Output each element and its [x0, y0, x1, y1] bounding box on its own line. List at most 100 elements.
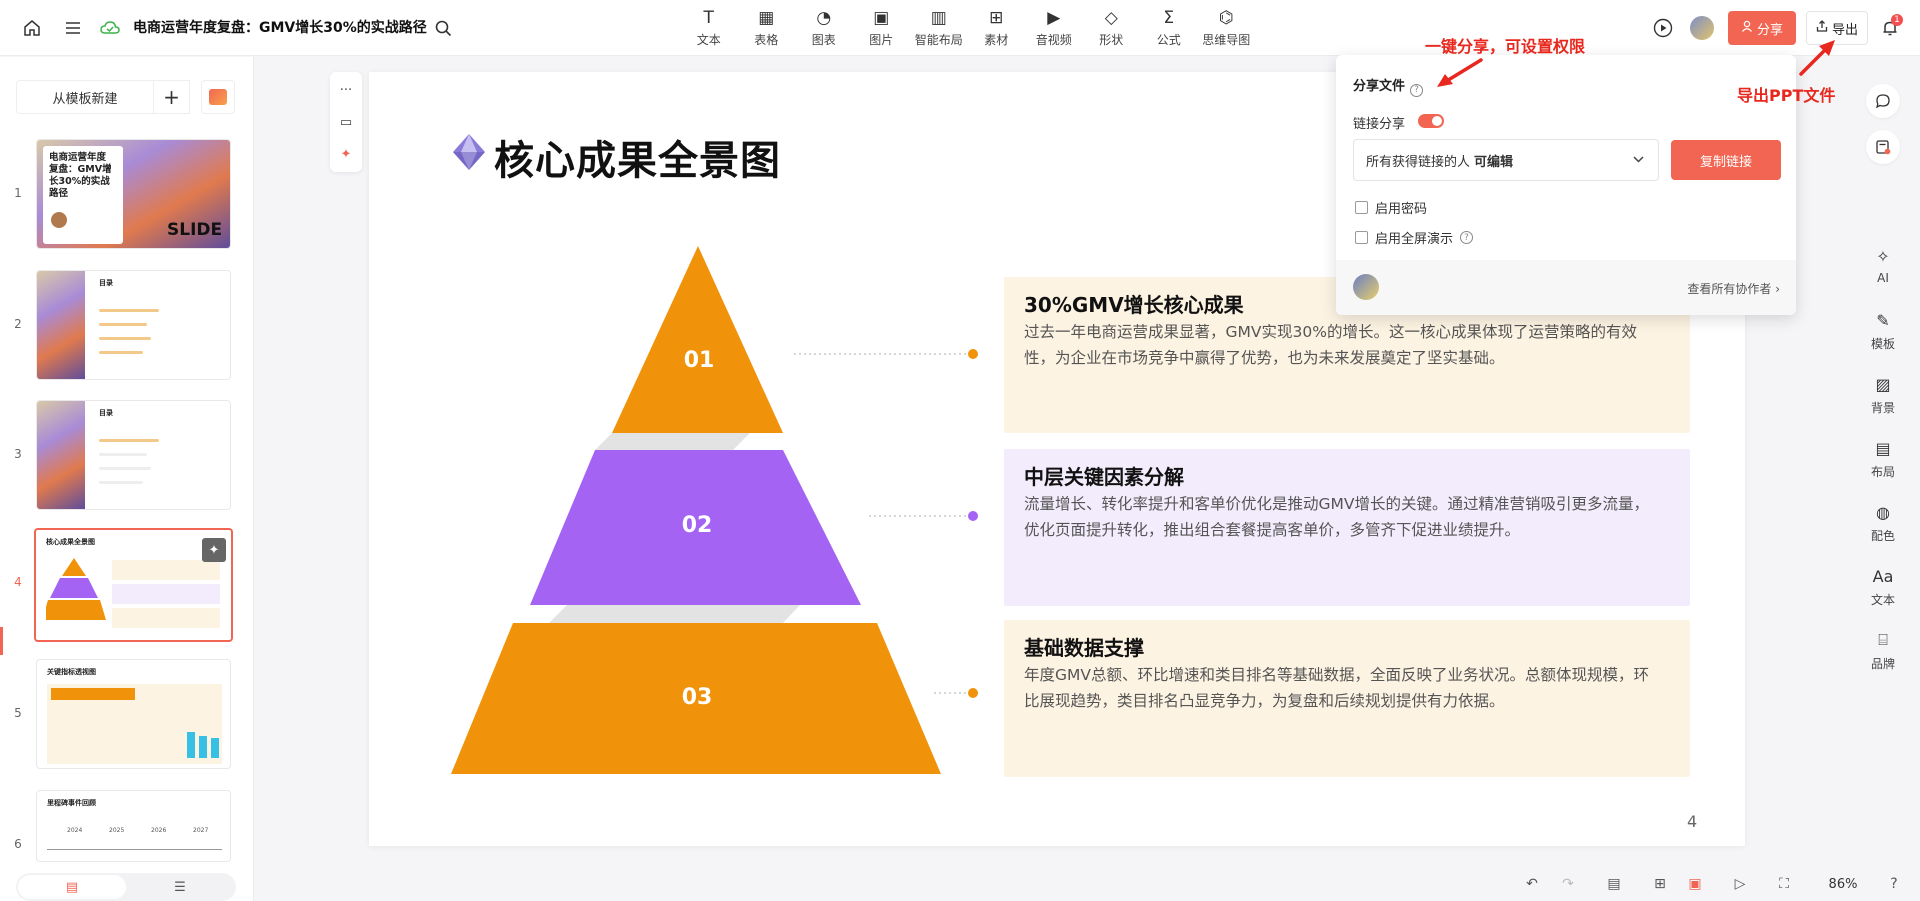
- tool-text[interactable]: T 文本: [680, 6, 738, 50]
- fit-screen-icon[interactable]: ⛶: [1773, 873, 1795, 895]
- pyramid-gap-shadow: [549, 605, 800, 623]
- enable-password-checkbox[interactable]: [1355, 201, 1368, 214]
- tool-assets[interactable]: ⊞ 素材: [968, 6, 1026, 50]
- panel-ai[interactable]: ✧ AI: [1846, 245, 1920, 286]
- permission-select[interactable]: 所有获得链接的人 可编辑: [1353, 139, 1659, 181]
- slide-panel: 从模板新建 + 1 电商运营年度复盘：GMV增长30%的实战路径 SLIDE 2…: [0, 57, 254, 901]
- undo-icon[interactable]: ↶: [1521, 873, 1543, 895]
- enable-fullscreen-option[interactable]: 启用全屏演示 ?: [1355, 228, 1474, 247]
- notes-icon[interactable]: ▤: [1603, 873, 1625, 895]
- pyramid-level-1[interactable]: [612, 246, 783, 433]
- assets-icon: ⊞: [989, 8, 1004, 28]
- insert-toolbar: T 文本 ▦ 表格 ◔ 图表 ▣ 图片 ▥ 智能布局 ⊞ 素材 ▶ 音视频 ◇ 形状 Σ 公式 ⌬…: [680, 6, 1255, 50]
- enable-password-option[interactable]: 启用密码: [1355, 198, 1427, 217]
- layout-grid-icon: ▤: [1875, 438, 1891, 458]
- panel-brand[interactable]: ⌸ 品牌: [1846, 629, 1920, 672]
- tool-image[interactable]: ▣ 图片: [853, 6, 911, 50]
- help-icon[interactable]: ?: [1460, 231, 1474, 244]
- normal-view-icon[interactable]: ▣: [1684, 873, 1706, 895]
- chevron-right-icon: ›: [1775, 282, 1780, 296]
- annotation-arrow-export: [1799, 40, 1835, 76]
- tab-thumbnail-view[interactable]: ▤: [18, 875, 126, 899]
- redo-icon[interactable]: ↷: [1557, 873, 1579, 895]
- slide-thumbnail-5[interactable]: 关键指标透视图: [36, 659, 231, 769]
- slide-number: 3: [14, 447, 22, 461]
- popover-footer: 查看所有协作者 ›: [1336, 260, 1796, 315]
- more-icon[interactable]: ···: [334, 78, 358, 102]
- home-icon[interactable]: [20, 16, 44, 40]
- comment-icon[interactable]: [1866, 84, 1900, 118]
- tool-formula[interactable]: Σ 公式: [1140, 6, 1198, 50]
- help-circle-icon[interactable]: ?: [1883, 873, 1905, 895]
- page-number: 4: [1687, 812, 1698, 831]
- formula-icon: Σ: [1163, 8, 1175, 28]
- tool-smart-layout[interactable]: ▥ 智能布局: [910, 6, 968, 50]
- panel-text[interactable]: Aa 文本: [1846, 565, 1920, 608]
- palette-icon: ◍: [1876, 502, 1890, 522]
- thumbnail-pyramid: [46, 558, 220, 628]
- slide-thumbnail-6[interactable]: 里程碑事件回顾 2024 2025 2026 2027: [36, 790, 231, 862]
- add-slide-button[interactable]: +: [154, 80, 190, 114]
- help-icon[interactable]: ?: [1410, 83, 1424, 97]
- panel-color[interactable]: ◍ 配色: [1846, 501, 1920, 544]
- enable-fullscreen-checkbox[interactable]: [1355, 231, 1368, 244]
- tool-shape[interactable]: ◇ 形状: [1083, 6, 1141, 50]
- template-library-button[interactable]: [201, 80, 235, 114]
- video-icon: ▶: [1047, 8, 1061, 28]
- panel-view-tabs: ▤ ☰: [16, 873, 236, 901]
- panel-layout[interactable]: ▤ 布局: [1846, 437, 1920, 480]
- right-panel: ✧ AI ✎ 模板 ▨ 背景 ▤ 布局 ◍ 配色 Aa 文本 ⌸ 品牌: [1846, 57, 1920, 901]
- view-all-collaborators-link[interactable]: 查看所有协作者 ›: [1687, 280, 1780, 297]
- thumbnail-bar: [211, 738, 219, 758]
- result-card-3[interactable]: 基础数据支撑 年度GMV总额、环比增速和类目排名等基础数据，全面反映了业务状况。…: [1004, 620, 1690, 777]
- user-avatar[interactable]: [1690, 16, 1714, 40]
- toc-line: [99, 351, 143, 354]
- slide-thumbnail-1[interactable]: 电商运营年度复盘：GMV增长30%的实战路径 SLIDE: [36, 139, 231, 249]
- card-title: 30%GMV增长核心成果: [1024, 293, 1244, 317]
- background-icon: ▨: [1875, 374, 1891, 394]
- thumbnail-title: 电商运营年度复盘：GMV增长30%的实战路径: [49, 152, 112, 199]
- link-share-toggle[interactable]: [1418, 114, 1444, 128]
- brand-icon: ⌸: [1878, 630, 1888, 649]
- smart-layout-icon: ▥: [930, 8, 947, 28]
- tab-outline-view[interactable]: ☰: [126, 875, 234, 899]
- result-card-2[interactable]: 中层关键因素分解 流量增长、转化率提升和客单价优化是推动GMV增长的关键。通过精…: [1004, 449, 1690, 606]
- ai-sparkle-icon[interactable]: ✦: [334, 142, 358, 166]
- tool-table[interactable]: ▦ 表格: [738, 6, 796, 50]
- document-title[interactable]: 电商运营年度复盘：GMV增长30%的实战路径: [133, 17, 427, 37]
- panel-background[interactable]: ▨ 背景: [1846, 373, 1920, 416]
- panel-template[interactable]: ✎ 模板: [1846, 309, 1920, 352]
- timeline-year: 2025: [109, 827, 125, 834]
- present-icon[interactable]: ▷: [1729, 873, 1751, 895]
- tool-mindmap[interactable]: ⌬ 思维导图: [1198, 6, 1256, 50]
- menu-icon[interactable]: [61, 16, 85, 40]
- grid-view-icon[interactable]: ⊞: [1649, 873, 1671, 895]
- slide-thumbnail-3[interactable]: 目录: [36, 400, 231, 510]
- toc-line: [99, 467, 151, 470]
- play-icon[interactable]: [1651, 16, 1675, 40]
- copy-link-button[interactable]: 复制链接: [1671, 140, 1781, 180]
- new-from-template-button[interactable]: 从模板新建: [16, 80, 154, 114]
- layout-icon[interactable]: ▭: [334, 110, 358, 134]
- connector-dot: [968, 688, 978, 698]
- tool-media[interactable]: ▶ 音视频: [1025, 6, 1083, 50]
- toc-line: [99, 323, 147, 326]
- share-popover: 分享文件? 链接分享 所有获得链接的人 可编辑 复制链接 启用密码 启用全屏演示…: [1336, 55, 1796, 315]
- active-slide-marker: [0, 627, 3, 655]
- search-icon[interactable]: [431, 16, 455, 40]
- top-bar: 电商运营年度复盘：GMV增长30%的实战路径 T 文本 ▦ 表格 ◔ 图表 ▣ 图片 ▥…: [0, 0, 1920, 56]
- add-page-icon[interactable]: [1866, 130, 1900, 164]
- plus-icon: +: [163, 85, 180, 109]
- zoom-level[interactable]: 86%: [1820, 872, 1866, 896]
- tool-chart[interactable]: ◔ 图表: [795, 6, 853, 50]
- slide-thumbnail-4[interactable]: 核心成果全景图 ✦: [34, 528, 233, 642]
- slide-thumbnail-2[interactable]: 目录: [36, 270, 231, 380]
- collaborator-avatar[interactable]: [1353, 274, 1379, 300]
- toc-line: [99, 481, 143, 484]
- thumbnail-artwork: [37, 401, 85, 509]
- timeline-axis: [47, 849, 222, 850]
- user-icon: [1741, 20, 1753, 36]
- slide-number: 1: [14, 186, 22, 200]
- share-button[interactable]: 分享: [1728, 11, 1796, 45]
- magic-edit-icon[interactable]: ✦: [202, 538, 226, 562]
